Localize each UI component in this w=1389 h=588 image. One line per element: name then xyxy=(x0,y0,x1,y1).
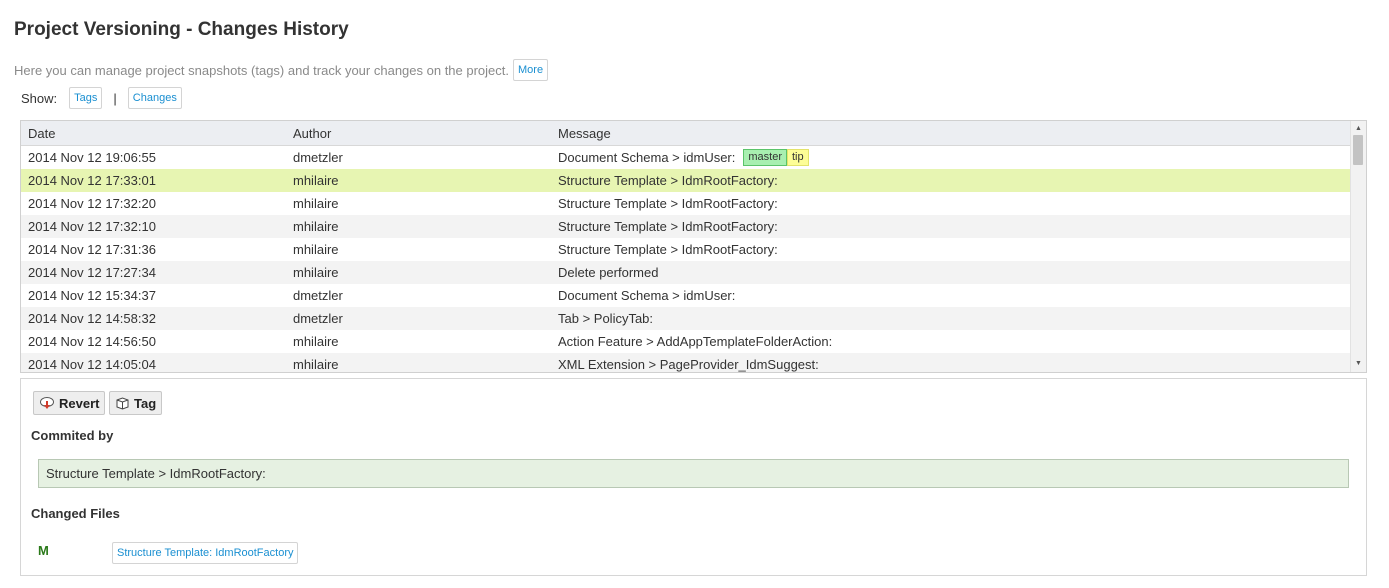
changes-button[interactable]: Changes xyxy=(127,87,182,109)
row-author: mhilaire xyxy=(293,173,339,188)
row-message: Structure Template > IdmRootFactory: xyxy=(558,242,778,257)
column-header-message[interactable]: Message xyxy=(558,126,611,141)
row-author: dmetzler xyxy=(293,311,343,326)
row-message: Structure Template > IdmRootFactory: xyxy=(558,173,778,188)
row-author: mhilaire xyxy=(293,265,339,280)
row-date: 2014 Nov 12 17:27:34 xyxy=(28,265,156,280)
changed-file-row: M Structure Template: IdmRootFactory xyxy=(38,536,299,564)
row-author: mhilaire xyxy=(293,334,339,349)
table-row-selected[interactable]: 2014 Nov 12 17:33:01 mhilaire Structure … xyxy=(21,169,1351,192)
row-date: 2014 Nov 12 17:32:10 xyxy=(28,219,156,234)
row-message-cell: Document Schema > idmUser: master tip xyxy=(558,149,809,166)
show-label: Show: xyxy=(21,90,58,106)
row-date: 2014 Nov 12 17:32:20 xyxy=(28,196,156,211)
row-message: Delete performed xyxy=(558,265,659,280)
revert-icon xyxy=(40,397,54,409)
row-author: mhilaire xyxy=(293,219,339,234)
row-message: Document Schema > idmUser: xyxy=(558,150,736,165)
row-date: 2014 Nov 12 14:58:32 xyxy=(28,311,156,326)
revert-label: Revert xyxy=(59,395,100,411)
tag-box-icon xyxy=(116,397,129,410)
row-author: mhilaire xyxy=(293,196,339,211)
page-title: Project Versioning - Changes History xyxy=(14,19,349,40)
row-date: 2014 Nov 12 19:06:55 xyxy=(28,150,156,165)
row-author: dmetzler xyxy=(293,288,343,303)
scroll-up-arrow-icon[interactable]: ▲ xyxy=(1351,123,1366,135)
tip-badge: tip xyxy=(787,149,809,166)
row-author: mhilaire xyxy=(293,357,339,372)
grid-scrollbar[interactable]: ▲ ▼ xyxy=(1350,121,1366,372)
commit-message-box: Structure Template > IdmRootFactory: xyxy=(38,459,1349,488)
row-date: 2014 Nov 12 17:33:01 xyxy=(28,173,156,188)
row-author: mhilaire xyxy=(293,242,339,257)
revert-button[interactable]: Revert xyxy=(33,391,106,415)
row-message: XML Extension > PageProvider_IdmSuggest: xyxy=(558,357,819,372)
changes-grid: Date Author Message 2014 Nov 12 19:06:55… xyxy=(20,120,1367,373)
column-header-date[interactable]: Date xyxy=(28,126,55,141)
commit-message: Structure Template > IdmRootFactory: xyxy=(46,466,266,481)
table-row[interactable]: 2014 Nov 12 17:32:10 mhilaire Structure … xyxy=(21,215,1351,238)
scroll-thumb[interactable] xyxy=(1353,135,1363,165)
row-date: 2014 Nov 12 15:34:37 xyxy=(28,288,156,303)
table-row[interactable]: 2014 Nov 12 17:32:20 mhilaire Structure … xyxy=(21,192,1351,215)
row-message: Document Schema > idmUser: xyxy=(558,288,736,303)
more-button[interactable]: More xyxy=(513,59,549,81)
tag-button[interactable]: Tag xyxy=(109,391,163,415)
intro-text: Here you can manage project snapshots (t… xyxy=(14,62,510,78)
tag-label: Tag xyxy=(134,395,157,411)
file-status-modified: M xyxy=(38,542,49,558)
grid-header: Date Author Message xyxy=(21,121,1351,146)
committed-by-title: Commited by xyxy=(31,428,114,443)
scroll-down-arrow-icon[interactable]: ▼ xyxy=(1351,358,1366,370)
table-row[interactable]: 2014 Nov 12 14:05:04 mhilaire XML Extens… xyxy=(21,353,1351,372)
table-row[interactable]: 2014 Nov 12 15:34:37 dmetzler Document S… xyxy=(21,284,1351,307)
changed-files-title: Changed Files xyxy=(31,506,120,521)
table-row[interactable]: 2014 Nov 12 19:06:55 dmetzler Document S… xyxy=(21,146,1351,169)
table-row[interactable]: 2014 Nov 12 17:31:36 mhilaire Structure … xyxy=(21,238,1351,261)
table-row[interactable]: 2014 Nov 12 14:56:50 mhilaire Action Fea… xyxy=(21,330,1351,353)
row-date: 2014 Nov 12 17:31:36 xyxy=(28,242,156,257)
intro-line: Here you can manage project snapshots (t… xyxy=(14,59,549,81)
tags-button[interactable]: Tags xyxy=(69,87,103,109)
show-filter: Show: Tags | Changes xyxy=(21,86,182,110)
row-date: 2014 Nov 12 14:56:50 xyxy=(28,334,156,349)
row-message: Action Feature > AddAppTemplateFolderAct… xyxy=(558,334,833,349)
table-row[interactable]: 2014 Nov 12 14:58:32 dmetzler Tab > Poli… xyxy=(21,307,1351,330)
row-date: 2014 Nov 12 14:05:04 xyxy=(28,357,156,372)
row-message: Structure Template > IdmRootFactory: xyxy=(558,219,778,234)
row-message: Tab > PolicyTab: xyxy=(558,311,654,326)
show-separator: | xyxy=(113,90,117,106)
row-message: Structure Template > IdmRootFactory: xyxy=(558,196,778,211)
changed-file-link[interactable]: Structure Template: IdmRootFactory xyxy=(112,542,299,564)
table-row[interactable]: 2014 Nov 12 17:27:34 mhilaire Delete per… xyxy=(21,261,1351,284)
row-author: dmetzler xyxy=(293,150,343,165)
change-details-panel: Revert Tag Commited by Structure Templat… xyxy=(20,378,1367,576)
column-header-author[interactable]: Author xyxy=(293,126,331,141)
master-badge: master xyxy=(743,149,787,166)
